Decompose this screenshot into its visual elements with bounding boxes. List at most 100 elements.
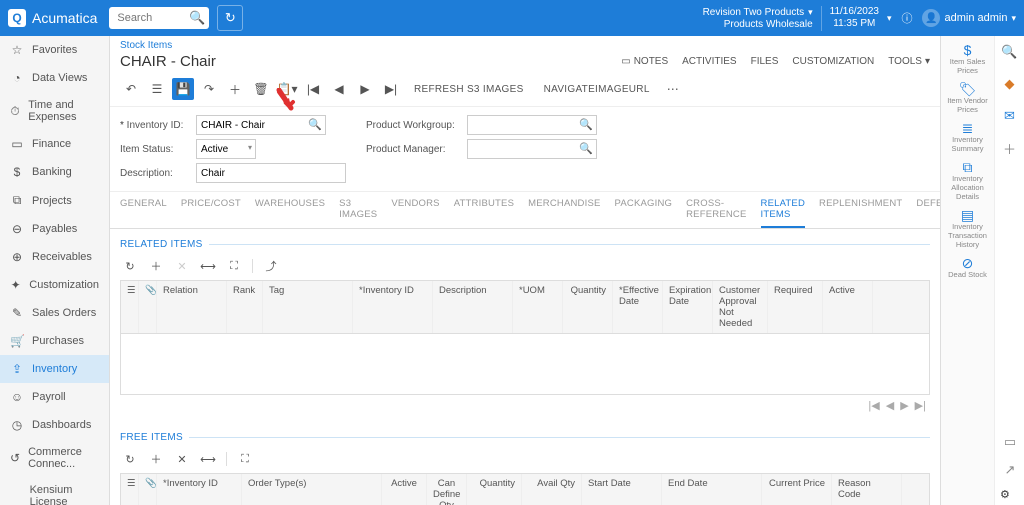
grid-delete-button[interactable]: ✕: [172, 449, 192, 469]
product-workgroup-field[interactable]: [467, 115, 597, 135]
navigate-image-url-button[interactable]: NAVIGATEIMAGEURL: [536, 78, 658, 100]
search-icon[interactable]: 🔍: [1000, 42, 1020, 62]
first-button[interactable]: |◀: [302, 78, 324, 100]
tab-deferral[interactable]: DEFERRAL: [916, 198, 940, 228]
grid-upload-button[interactable]: ⤴: [261, 256, 281, 276]
search-icon[interactable]: 🔍: [189, 10, 205, 26]
tools-button[interactable]: TOOLS ▾: [888, 56, 930, 67]
col-active[interactable]: Active: [382, 474, 427, 505]
col-rank[interactable]: Rank: [227, 281, 263, 333]
sidebar-item-receivables[interactable]: ⊕Receivables: [0, 243, 109, 271]
grid-export-button[interactable]: ⛶: [235, 449, 255, 469]
tab-vendors[interactable]: VENDORS: [391, 198, 439, 228]
settings-icon[interactable]: ⚙: [1000, 488, 1020, 501]
rail-item-dead-stock[interactable]: ⊘Dead Stock: [945, 255, 991, 283]
sidebar-item-payables[interactable]: ⊖Payables: [0, 215, 109, 243]
col-active[interactable]: Active: [823, 281, 873, 333]
col-relation[interactable]: Relation: [157, 281, 227, 333]
sidebar-item-kensium-license[interactable]: Kensium License: [0, 477, 109, 505]
clipboard-button[interactable]: 📋▾: [276, 78, 298, 100]
col-inventory-id[interactable]: *Inventory ID: [353, 281, 433, 333]
grid-selector-header[interactable]: ☰: [121, 281, 139, 333]
tab-related-items[interactable]: RELATED ITEMS: [761, 198, 806, 228]
sidebar-item-projects[interactable]: ⧉Projects: [0, 186, 109, 215]
tab-merchandise[interactable]: MERCHANDISE: [528, 198, 600, 228]
free-items-grid[interactable]: ☰ 📎 *Inventory ID Order Type(s) Active C…: [120, 473, 930, 505]
col-customer-approval[interactable]: Customer Approval Not Needed: [713, 281, 768, 333]
add-button[interactable]: ＋: [224, 78, 246, 100]
col-effective-date[interactable]: *Effective Date: [613, 281, 663, 333]
col-quantity[interactable]: Quantity: [467, 474, 522, 505]
tab-packaging[interactable]: PACKAGING: [615, 198, 673, 228]
app-icon[interactable]: ◆: [1000, 74, 1020, 94]
tab-replenishment[interactable]: REPLENISHMENT: [819, 198, 902, 228]
product-manager-field[interactable]: [467, 139, 597, 159]
sidebar-item-dashboards[interactable]: ◷Dashboards: [0, 411, 109, 439]
pager-last-button[interactable]: ▶|: [915, 399, 926, 412]
pager-prev-button[interactable]: ◀: [886, 399, 894, 412]
tab-warehouses[interactable]: WAREHOUSES: [255, 198, 325, 228]
grid-selector-header[interactable]: ☰: [121, 474, 139, 505]
col-expiration-date[interactable]: Expiration Date: [663, 281, 713, 333]
grid-refresh-button[interactable]: ↻: [120, 256, 140, 276]
col-can-define-qty[interactable]: Can Define Qty: [427, 474, 467, 505]
pager-first-button[interactable]: |◀: [868, 399, 879, 412]
business-date[interactable]: 11/16/2023 11:35 PM: [830, 6, 879, 30]
sidebar-item-payroll[interactable]: ☺Payroll: [0, 383, 109, 411]
col-uom[interactable]: *UOM: [513, 281, 563, 333]
delete-button[interactable]: 🗑: [250, 78, 272, 100]
brand[interactable]: Q Acumatica: [8, 9, 97, 27]
grid-refresh-button[interactable]: ↻: [120, 449, 140, 469]
user-menu[interactable]: 👤 admin admin ▾: [922, 9, 1016, 27]
item-status-field[interactable]: [196, 139, 256, 159]
rail-item-inventory-allocation-details[interactable]: ⧉Inventory Allocation Details: [945, 159, 991, 205]
grid-fit-button[interactable]: ⟷: [198, 256, 218, 276]
sidebar-item-customization[interactable]: ✦Customization: [0, 271, 109, 299]
prev-button[interactable]: ◀: [328, 78, 350, 100]
col-avail-qty[interactable]: Avail Qty: [522, 474, 582, 505]
col-current-price[interactable]: Current Price: [762, 474, 832, 505]
sidebar-item-banking[interactable]: $Banking: [0, 158, 109, 186]
grid-fit-button[interactable]: ⟷: [198, 449, 218, 469]
sidebar-item-favorites[interactable]: ☆Favorites: [0, 36, 109, 64]
save-close-button[interactable]: ☰: [146, 78, 168, 100]
grid-add-button[interactable]: ＋: [146, 449, 166, 469]
grid-delete-button[interactable]: ✕: [172, 256, 192, 276]
col-tag[interactable]: Tag: [263, 281, 353, 333]
col-reason-code[interactable]: Reason Code: [832, 474, 902, 505]
breadcrumb[interactable]: Stock Items: [120, 40, 172, 51]
notes-button[interactable]: ▭ NOTES: [621, 56, 668, 67]
refresh-s3-button[interactable]: REFRESH S3 IMAGES: [406, 78, 532, 100]
mail-icon[interactable]: ✉: [1000, 106, 1020, 126]
next-button[interactable]: ▶: [354, 78, 376, 100]
pager-next-button[interactable]: ▶: [900, 399, 908, 412]
sidebar-item-purchases[interactable]: 🛒Purchases: [0, 327, 109, 355]
col-start-date[interactable]: Start Date: [582, 474, 662, 505]
tab-attributes[interactable]: ATTRIBUTES: [454, 198, 514, 228]
rail-item-item-sales-prices[interactable]: $Item Sales Prices: [945, 42, 991, 79]
undo-button[interactable]: ↶: [120, 78, 142, 100]
sidebar-item-inventory[interactable]: ⇪Inventory: [0, 355, 109, 383]
inventory-id-field[interactable]: [196, 115, 326, 135]
col-quantity[interactable]: Quantity: [563, 281, 613, 333]
col-order-types[interactable]: Order Type(s): [242, 474, 382, 505]
rail-item-item-vendor-prices[interactable]: 🏷Item Vendor Prices: [945, 81, 991, 118]
tab-cross-reference[interactable]: CROSS-REFERENCE: [686, 198, 746, 228]
sidebar-item-time-and-expenses[interactable]: ⏱Time and Expenses: [0, 92, 109, 130]
sidebar-item-commerce-connec-[interactable]: ↺Commerce Connec...: [0, 439, 109, 477]
col-description[interactable]: Description: [433, 281, 513, 333]
col-end-date[interactable]: End Date: [662, 474, 762, 505]
related-items-grid[interactable]: ☰ 📎 Relation Rank Tag *Inventory ID Desc…: [120, 280, 930, 395]
save-button[interactable]: 💾: [172, 78, 194, 100]
panel-icon[interactable]: ▭: [1000, 432, 1020, 452]
add-icon[interactable]: ＋: [1000, 138, 1020, 158]
tab-general[interactable]: GENERAL: [120, 198, 167, 228]
help-button[interactable]: ⓘ: [901, 10, 912, 26]
col-required[interactable]: Required: [768, 281, 823, 333]
col-inventory-id[interactable]: *Inventory ID: [157, 474, 242, 505]
rail-item-inventory-transaction-history[interactable]: ▤Inventory Transaction History: [945, 207, 991, 253]
more-actions-button[interactable]: ⋯: [662, 78, 684, 100]
tab-price-cost[interactable]: PRICE/COST: [181, 198, 241, 228]
customization-button[interactable]: CUSTOMIZATION: [792, 56, 874, 67]
sidebar-item-data-views[interactable]: ◔Data Views: [0, 64, 109, 92]
